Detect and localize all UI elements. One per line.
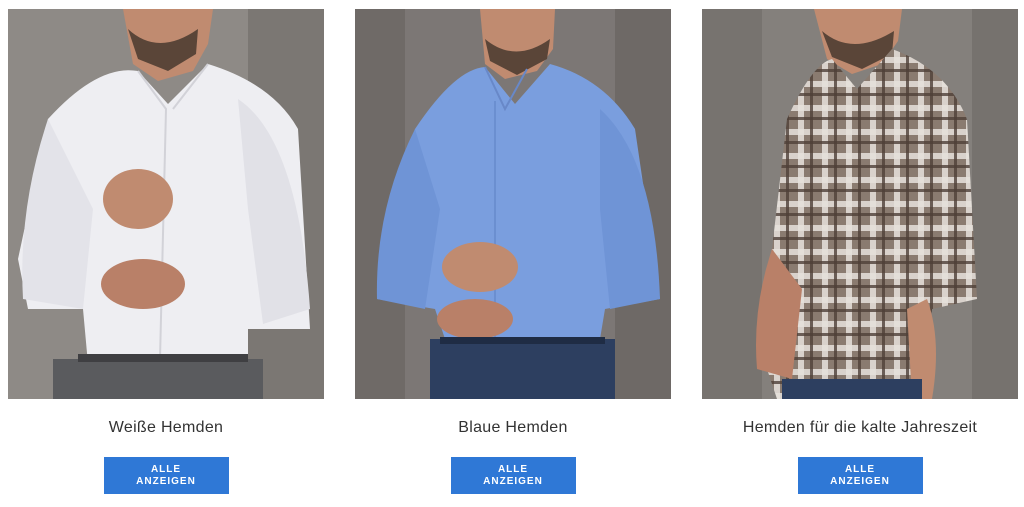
product-image-white-shirt[interactable] (8, 9, 324, 399)
button-label-line1: ALLE (844, 463, 876, 475)
view-all-white-shirts-button[interactable]: ALLE ANZEIGEN (103, 457, 229, 494)
button-label-line1: ALLE (497, 463, 529, 475)
button-label-line2: ANZEIGEN (830, 475, 890, 487)
view-all-blue-shirts-button[interactable]: ALLE ANZEIGEN (450, 457, 576, 494)
product-card-winter-shirts: Hemden für die kalte Jahreszeit ALLE ANZ… (702, 9, 1018, 494)
view-all-winter-shirts-button[interactable]: ALLE ANZEIGEN (797, 457, 923, 494)
button-label-line2: ANZEIGEN (136, 475, 196, 487)
product-title[interactable]: Weiße Hemden (8, 418, 324, 438)
product-card-white-shirts: Weiße Hemden ALLE ANZEIGEN (8, 9, 324, 494)
button-label-line2: ANZEIGEN (483, 475, 543, 487)
checked-shirt-photo (702, 9, 1018, 399)
white-shirt-photo (8, 9, 324, 399)
product-title[interactable]: Blaue Hemden (355, 418, 671, 438)
button-label-line1: ALLE (150, 463, 182, 475)
product-card-blue-shirts: Blaue Hemden ALLE ANZEIGEN (355, 9, 671, 494)
product-image-checked-shirt[interactable] (702, 9, 1018, 399)
blue-shirt-photo (355, 9, 671, 399)
product-title[interactable]: Hemden für die kalte Jahreszeit (702, 418, 1018, 438)
product-image-blue-shirt[interactable] (355, 9, 671, 399)
